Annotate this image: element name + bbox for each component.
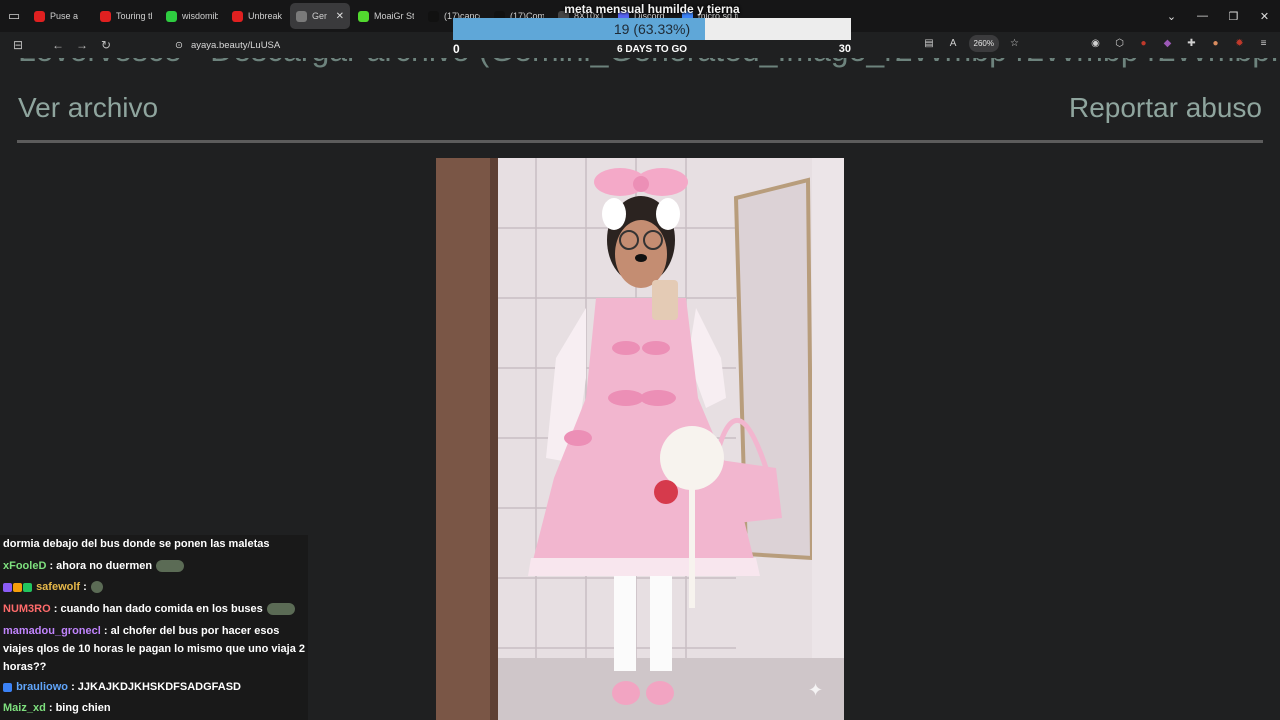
browser-tab[interactable]: Unbreak M (226, 3, 288, 29)
browser-tab[interactable]: Gemin ✕ (290, 3, 350, 29)
tab-label: Puse a (50, 11, 79, 21)
chat-username[interactable]: mamadou_gronecl (3, 625, 101, 637)
goal-title: meta mensual humilde y tierna (564, 2, 740, 16)
stream-chat-overlay: dormia debajo del bus donde se ponen las… (0, 535, 308, 720)
site-info-icon[interactable]: ⊙ (175, 40, 183, 51)
browser-tab[interactable]: Puse a (28, 3, 92, 29)
settings-gear-icon[interactable]: ✹ (1231, 35, 1248, 52)
tab-label: Gemin (312, 11, 327, 21)
tab-favicon-icon (232, 10, 243, 22)
close-window-button[interactable]: ✕ (1249, 10, 1280, 23)
toolbar-icons: ▤ A 260% ☆ ◉ ⬡ ● ◆ ✚ ● ✹ ≡ (921, 35, 1272, 52)
tab-overview-icon[interactable]: ▭ (0, 0, 28, 32)
chat-text: : cuando han dado comida en los buses (50, 603, 263, 615)
tab-label: Touring th (116, 11, 152, 21)
menu-icon[interactable]: ≡ (1255, 35, 1272, 52)
chat-text: : ahora no duermen (46, 560, 153, 572)
chat-message: NUM3RO : cuando han dado comida en los b… (3, 600, 305, 618)
tab-label: Unbreak M (248, 11, 282, 21)
sparkle-icon: ✦ (808, 680, 824, 700)
tab-favicon-icon (100, 10, 111, 22)
view-file-link[interactable]: Ver archivo (18, 92, 158, 124)
goal-days-remaining: 6 DAYS TO GO (616, 44, 688, 55)
chat-badges (3, 578, 33, 596)
close-tab-icon[interactable]: ✕ (336, 11, 344, 22)
browser-tab[interactable]: Touring th (94, 3, 158, 29)
chat-badges (3, 678, 13, 696)
tab-favicon-icon (166, 10, 177, 22)
tab-favicon-icon (34, 10, 45, 22)
chat-badge-icon (3, 582, 12, 592)
divider (17, 140, 1263, 143)
window-controls: ⌄ — ❐ ✕ (1156, 0, 1280, 32)
chat-message: Maiz_xd : bing chien (3, 699, 305, 717)
extension-icon[interactable]: ⬡ (1111, 35, 1128, 52)
browser-tab[interactable]: MoaiGr St (352, 3, 420, 29)
chat-message: mamadou_gronecl : al chofer del bus por … (3, 622, 305, 676)
chat-username[interactable]: safewolf (36, 581, 80, 593)
reader-view-icon[interactable]: ▤ (921, 35, 938, 52)
zoom-level-badge[interactable]: 260% (968, 35, 999, 52)
minimize-button[interactable]: — (1187, 10, 1218, 22)
chat-username[interactable]: NUM3RO (3, 603, 51, 615)
uploaded-image[interactable] (436, 158, 844, 720)
goal-current-count: 19 (63.33%) (613, 21, 691, 37)
tab-favicon-icon (428, 10, 439, 22)
url-text: ayaya.beauty/LuUSA (190, 39, 281, 51)
tab-dropdown-icon[interactable]: ⌄ (1156, 10, 1187, 23)
chat-text: : bing chien (45, 702, 111, 714)
toolbar-spacer (1030, 35, 1080, 52)
tab-label: MoaiGr St (374, 11, 414, 21)
forward-button[interactable]: → (70, 38, 94, 52)
chat-text: : (80, 581, 87, 593)
browser-tab[interactable]: wisdomibe (160, 3, 224, 29)
account-icon[interactable]: ◉ (1087, 35, 1104, 52)
tab-favicon-icon (358, 10, 369, 22)
chat-emote-icon (266, 603, 295, 616)
chat-username[interactable]: Maiz_xd (3, 702, 46, 714)
profile-avatar-icon[interactable]: ● (1207, 35, 1224, 52)
chat-message: brauliowo : JJKAJKDJKHSKDFSADGFASD (3, 678, 305, 696)
puzzle-extensions-icon[interactable]: ✚ (1183, 35, 1200, 52)
chat-badge-icon (3, 682, 12, 692)
translate-icon[interactable]: A (945, 35, 962, 52)
stream-goal-overlay: 19 (63.33%) meta mensual humilde y tiern… (453, 0, 851, 58)
address-bar[interactable]: ⊙ ayaya.beauty/LuUSA (175, 35, 445, 55)
chat-badge-icon (23, 582, 32, 592)
ublock-icon[interactable]: ● (1135, 35, 1152, 52)
chat-username[interactable]: brauliowo (16, 681, 68, 693)
chat-message: safewolf : (3, 578, 305, 596)
restore-button[interactable]: ❐ (1218, 10, 1249, 23)
twitch-extension-icon[interactable]: ◆ (1159, 35, 1176, 52)
page-title: Lovervesce - Descargar archivo (Gemini_G… (18, 58, 1280, 69)
bookmark-star-icon[interactable]: ☆ (1006, 35, 1023, 52)
tab-label: wisdomibe (182, 11, 218, 21)
report-abuse-link[interactable]: Reportar abuso (1069, 92, 1262, 124)
back-button[interactable]: ← (46, 38, 70, 52)
goal-max-value: 30 (838, 43, 851, 55)
chat-emote-icon (90, 581, 103, 594)
chat-message: dormia debajo del bus donde se ponen las… (3, 535, 305, 553)
chat-badge-icon (13, 582, 22, 592)
chat-emote-icon (156, 560, 185, 573)
chat-text: : JJKAJKDJKHSKDFSADGFASD (68, 681, 241, 693)
chat-text: dormia debajo del bus donde se ponen las… (3, 538, 270, 550)
chat-message: xFooleD : ahora no duermen (3, 557, 305, 575)
chat-username[interactable]: xFooleD (3, 560, 46, 572)
reload-button[interactable]: ↻ (94, 38, 118, 52)
sidebar-toggle-icon[interactable]: ⊟ (6, 38, 30, 52)
tab-favicon-icon (296, 10, 307, 22)
goal-progress-bar: 19 (63.33%) (453, 18, 851, 40)
